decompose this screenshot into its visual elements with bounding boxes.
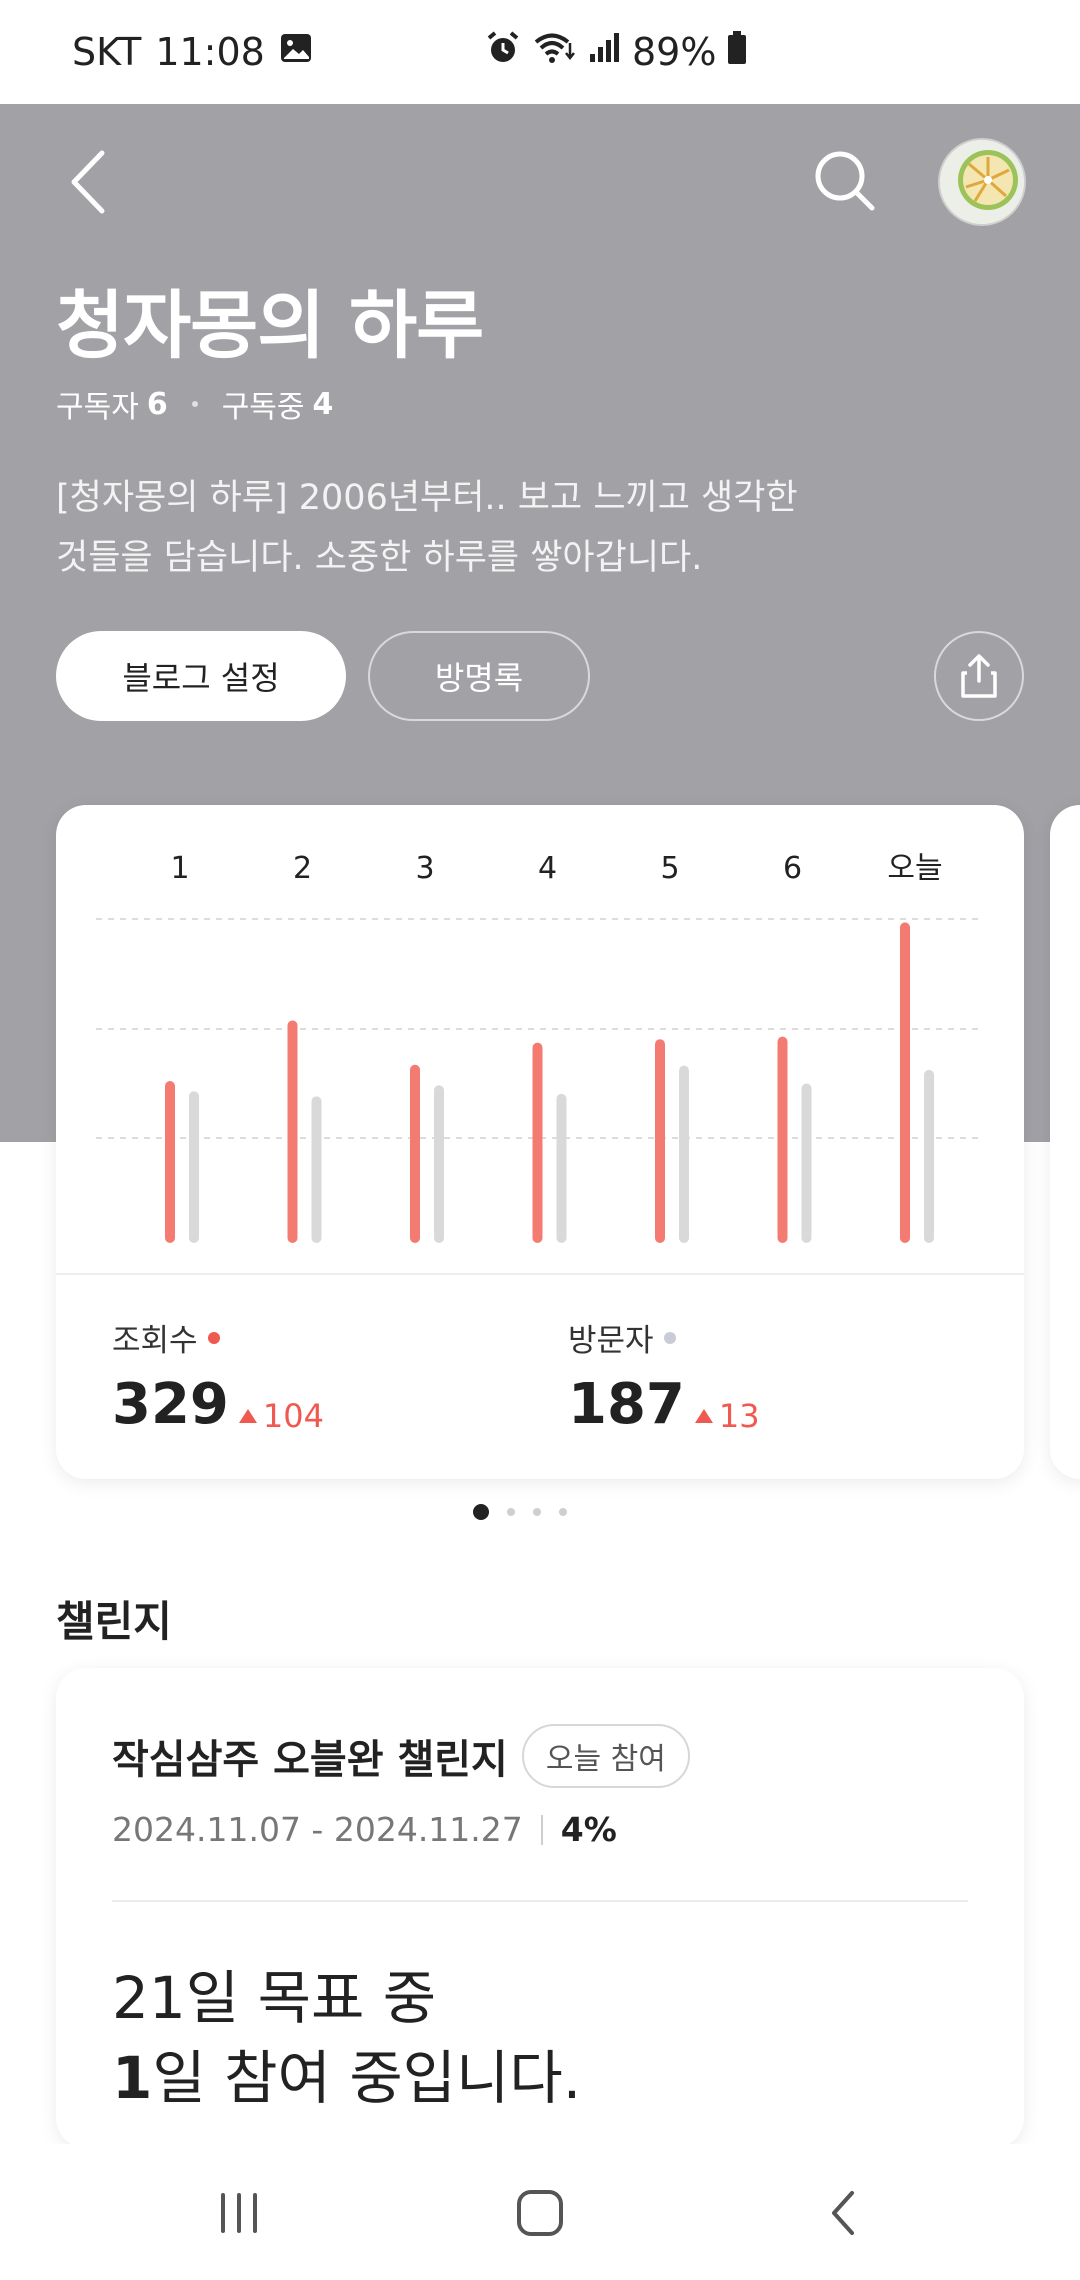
alarm-icon (484, 29, 522, 76)
share-icon (961, 654, 997, 698)
daily-stats-chart: 1 2 3 4 5 6 오늘 (96, 851, 984, 1243)
challenge-percent: 4% (560, 1810, 617, 1849)
subscribing-count[interactable]: 4 (313, 387, 334, 422)
stats-chart-card[interactable]: 1 2 3 4 5 6 오늘 조회수 329 104 방문자 187 13 (56, 805, 1024, 1479)
views-bar[interactable] (900, 922, 910, 1243)
views-bar[interactable] (410, 1064, 420, 1243)
views-bar[interactable] (532, 1042, 543, 1243)
visitors-bar[interactable] (679, 1065, 689, 1243)
recent-apps-button[interactable] (204, 2178, 274, 2248)
increase-arrow-icon (238, 1409, 257, 1423)
subscribers-count[interactable]: 6 (147, 387, 168, 422)
views-legend-dot (207, 1331, 220, 1344)
description-line: 것들을 담습니다. 소중한 하루를 쌓아갑니다. (56, 538, 703, 578)
visitors-metric: 방문자 187 13 (568, 1315, 760, 1437)
status-bar: SKT 11:08 89% (0, 0, 1080, 104)
challenge-dates: 2024.11.07 - 2024.11.27 (112, 1810, 523, 1849)
visitors-bar[interactable] (924, 1069, 934, 1243)
separator-dot (191, 401, 198, 407)
chart-category-label: 6 (783, 851, 802, 886)
challenge-status-badge: 오늘 참여 (521, 1724, 690, 1788)
share-button[interactable] (934, 631, 1024, 721)
views-delta-value: 104 (262, 1397, 324, 1435)
challenge-name: 작심삼주 오블완 챌린지 (112, 1737, 508, 1783)
subscribers-label: 구독자 (56, 390, 139, 425)
views-bar[interactable] (655, 1039, 665, 1243)
lemon-slice-icon (940, 140, 1024, 224)
guestbook-button[interactable]: 방명록 (368, 631, 590, 721)
wifi-icon (532, 29, 576, 76)
pager-dot[interactable] (559, 1508, 567, 1516)
views-bar[interactable] (165, 1081, 175, 1243)
visitors-delta-value: 13 (718, 1397, 760, 1435)
profile-avatar[interactable] (938, 138, 1026, 226)
visitors-bar[interactable] (556, 1093, 567, 1243)
views-value: 329 (112, 1372, 229, 1437)
visitors-legend-dot (663, 1331, 676, 1344)
views-bar[interactable] (777, 1036, 788, 1243)
nav-back-button[interactable] (808, 2178, 878, 2248)
pager-dot[interactable] (473, 1504, 489, 1520)
card-pager (0, 1504, 1080, 1520)
views-label: 조회수 (112, 1323, 198, 1359)
visitors-bar[interactable] (189, 1091, 199, 1243)
views-delta: 104 (238, 1397, 324, 1435)
search-icon (815, 151, 875, 211)
goal-count: 1 (112, 2044, 153, 2112)
visitors-value: 187 (568, 1372, 685, 1437)
pager-dot[interactable] (533, 1508, 541, 1516)
next-stats-card[interactable] (1050, 805, 1080, 1479)
description-line: [청자몽의 하루] 2006년부터.. 보고 느끼고 생각한 (56, 478, 798, 518)
chart-category-label: 4 (538, 851, 557, 886)
divider (540, 1814, 543, 1845)
subscribing-label: 구독중 (221, 390, 305, 425)
back-icon (832, 2191, 854, 2235)
goal-line-rest: 일 참여 중입니다. (152, 2044, 582, 2112)
challenge-section-title: 챌린지 (56, 1597, 172, 1646)
carrier: SKT (72, 30, 142, 74)
divider (112, 1900, 968, 1902)
views-metric: 조회수 329 104 (112, 1315, 324, 1437)
blog-title: 청자몽의 하루 (56, 283, 484, 369)
blog-description: [청자몽의 하루] 2006년부터.. 보고 느끼고 생각한 것들을 담습니다.… (56, 468, 876, 588)
battery-icon (726, 30, 748, 75)
chart-category-label: 2 (293, 851, 312, 886)
search-button[interactable] (812, 148, 878, 214)
subscription-stats: 구독자 6 구독중 4 (56, 382, 333, 426)
system-nav-bar (0, 2144, 1080, 2280)
chart-category-label: 1 (170, 851, 189, 886)
visitors-label: 방문자 (568, 1323, 654, 1359)
chart-category-label: 오늘 (887, 851, 942, 886)
recent-apps-icon (221, 2193, 257, 2233)
visitors-bar[interactable] (311, 1096, 322, 1243)
challenge-period: 2024.11.07 - 2024.11.27 4% (112, 1810, 617, 1849)
increase-arrow-icon (694, 1409, 713, 1423)
goal-line: 1일 참여 중입니다. (112, 2038, 581, 2118)
blog-settings-button[interactable]: 블로그 설정 (56, 631, 346, 721)
gallery-icon (279, 30, 313, 74)
home-icon (517, 2190, 563, 2236)
battery-percent: 89% (632, 30, 717, 74)
chevron-left-icon (71, 150, 105, 214)
signal-icon (586, 30, 622, 75)
visitors-delta: 13 (694, 1397, 760, 1435)
chart-category-label: 3 (415, 851, 434, 886)
chart-category-label: 5 (660, 851, 679, 886)
clock: 11:08 (155, 30, 265, 74)
challenge-goal-text: 21일 목표 중 1일 참여 중입니다. (112, 1958, 581, 2118)
visitors-bar[interactable] (801, 1083, 812, 1243)
home-button[interactable] (505, 2178, 575, 2248)
back-button[interactable] (58, 142, 118, 222)
visitors-bar[interactable] (434, 1085, 444, 1243)
pager-dot[interactable] (507, 1508, 515, 1516)
challenge-card[interactable]: 작심삼주 오블완 챌린지 오늘 참여 2024.11.07 - 2024.11.… (56, 1668, 1024, 2148)
chart-divider (56, 1273, 1024, 1275)
goal-line: 21일 목표 중 (112, 1964, 437, 2032)
views-bar[interactable] (287, 1020, 298, 1243)
